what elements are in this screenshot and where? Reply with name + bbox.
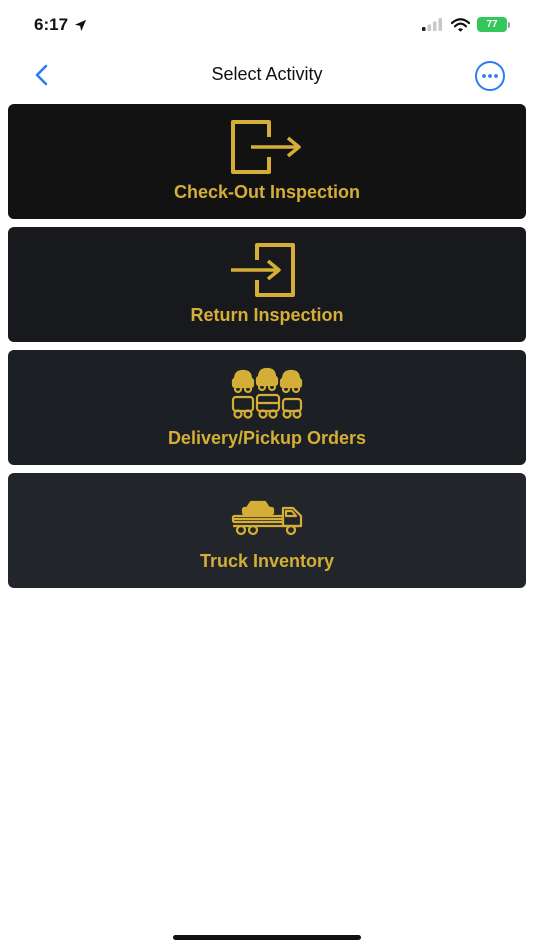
page-title: Select Activity [211, 64, 323, 84]
exit-door-icon [227, 116, 307, 178]
status-bar: 6:17 77 [0, 0, 534, 52]
status-time-label: 6:17 [34, 15, 69, 34]
navigation-bar: Select Activity [0, 52, 534, 98]
truck-icon [227, 485, 307, 547]
activity-return-inspection[interactable]: Return Inspection [8, 227, 526, 342]
activity-label: Return Inspection [190, 305, 344, 325]
status-indicators: 77 [422, 17, 510, 32]
activity-label: Truck Inventory [199, 551, 335, 571]
activity-label: Delivery/Pickup Orders [167, 428, 367, 448]
activity-checkout-inspection[interactable]: Check-Out Inspection [8, 104, 526, 219]
activity-list: Check-Out Inspection Return Inspection D… [8, 104, 526, 596]
home-indicator[interactable] [173, 935, 361, 940]
activity-truck-inventory[interactable]: Truck Inventory [8, 473, 526, 588]
location-arrow-icon [74, 19, 87, 31]
activity-label: Check-Out Inspection [173, 182, 361, 202]
status-time: 6:17 [34, 15, 87, 35]
enter-door-icon [227, 239, 307, 301]
vehicles-icon [227, 362, 307, 424]
wifi-icon [451, 17, 470, 32]
activity-delivery-pickup-orders[interactable]: Delivery/Pickup Orders [8, 350, 526, 465]
battery-icon: 77 [477, 17, 510, 32]
battery-level: 77 [477, 17, 507, 32]
ellipsis-circle-icon [475, 61, 505, 91]
more-options-button[interactable] [474, 60, 506, 92]
cellular-signal-icon [422, 18, 442, 31]
